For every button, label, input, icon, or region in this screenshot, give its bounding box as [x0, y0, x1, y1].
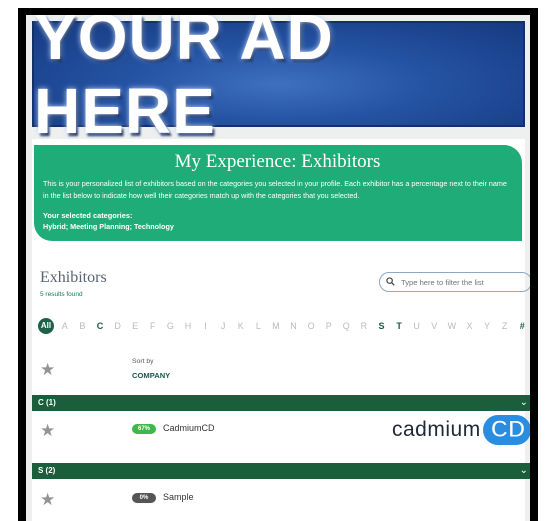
alpha-letter-h[interactable]: H [179, 321, 197, 331]
ad-text: YOUR AD HERE [34, 15, 334, 147]
alpha-letter-j[interactable]: J [214, 321, 232, 331]
alpha-letter-z[interactable]: Z [496, 321, 514, 331]
alpha-letter-u[interactable]: U [408, 321, 426, 331]
filter-search-box[interactable] [379, 272, 530, 292]
experience-hero: My Experience: Exhibitors This is your p… [34, 145, 522, 241]
sort-by-label: Sort by [132, 358, 154, 365]
alpha-letter-g[interactable]: G [162, 321, 180, 331]
alpha-letter-s[interactable]: S [373, 321, 391, 331]
exhibitors-heading: Exhibitors [40, 269, 107, 286]
alpha-letter-f[interactable]: F [144, 321, 162, 331]
alpha-letter-p[interactable]: P [320, 321, 338, 331]
alpha-all[interactable]: All [38, 318, 54, 334]
alpha-letter-a[interactable]: A [56, 321, 74, 331]
alpha-letter-n[interactable]: N [285, 321, 303, 331]
alpha-letter-q[interactable]: Q [338, 321, 356, 331]
alpha-letter-r[interactable]: R [355, 321, 373, 331]
alpha-letter-c[interactable]: C [91, 321, 109, 331]
alpha-letter-hash[interactable]: # [513, 321, 530, 331]
logo-wordmark: cadmium [392, 418, 481, 441]
alpha-letter-o[interactable]: O [302, 321, 320, 331]
categories-values: Hybrid; Meeting Planning; Technology [43, 222, 174, 231]
alpha-letter-e[interactable]: E [126, 321, 144, 331]
alpha-letter-y[interactable]: Y [478, 321, 496, 331]
alpha-letter-l[interactable]: L [250, 321, 268, 331]
match-percent-badge: 67% [132, 424, 156, 434]
search-icon [386, 276, 395, 288]
ad-banner[interactable]: YOUR AD HERE [32, 15, 525, 147]
outer-frame: YOUR AD HERE My Experience: Exhibitors T… [18, 8, 538, 521]
sort-by-value[interactable]: COMPANY [132, 371, 170, 380]
filter-input[interactable] [399, 276, 523, 288]
exhibitor-name[interactable]: Sample [163, 492, 194, 502]
chevron-down-icon[interactable]: ⌄ [520, 463, 528, 479]
cadmiumcd-logo[interactable]: cadmium CD [392, 413, 530, 447]
star-icon[interactable]: ★ [40, 361, 55, 378]
categories-label: Your selected categories: [43, 211, 133, 220]
group-header-s[interactable]: S (2) ⌄ [32, 463, 530, 479]
alphabet-filter: All A B C D E F G H I J K L M N O P Q R S T U V W X Y Z # [38, 318, 530, 334]
page-content: YOUR AD HERE My Experience: Exhibitors T… [26, 15, 530, 521]
hero-title: My Experience: Exhibitors [174, 151, 381, 172]
group-header-c[interactable]: C (1) ⌄ [32, 395, 530, 411]
alpha-letter-d[interactable]: D [109, 321, 127, 331]
group-header-label: C (1) [38, 398, 56, 407]
alpha-letter-i[interactable]: I [197, 321, 215, 331]
exhibitors-panel: My Experience: Exhibitors This is your p… [32, 139, 530, 521]
star-icon[interactable]: ★ [40, 422, 55, 439]
hero-description: This is your personalized list of exhibi… [43, 179, 507, 200]
alpha-letter-b[interactable]: B [74, 321, 92, 331]
star-icon[interactable]: ★ [40, 491, 55, 508]
chevron-down-icon[interactable]: ⌄ [520, 395, 528, 411]
logo-mark: CD [482, 415, 530, 445]
alpha-letter-k[interactable]: K [232, 321, 250, 331]
group-header-label: S (2) [38, 466, 56, 475]
results-count: 5 results found [40, 291, 83, 298]
alpha-letter-m[interactable]: M [267, 321, 285, 331]
alpha-letter-w[interactable]: W [443, 321, 461, 331]
alpha-letter-t[interactable]: T [390, 321, 408, 331]
alpha-letter-x[interactable]: X [461, 321, 479, 331]
exhibitor-name[interactable]: CadmiumCD [163, 423, 215, 433]
alpha-letter-v[interactable]: V [425, 321, 443, 331]
match-percent-badge: 0% [132, 493, 156, 503]
